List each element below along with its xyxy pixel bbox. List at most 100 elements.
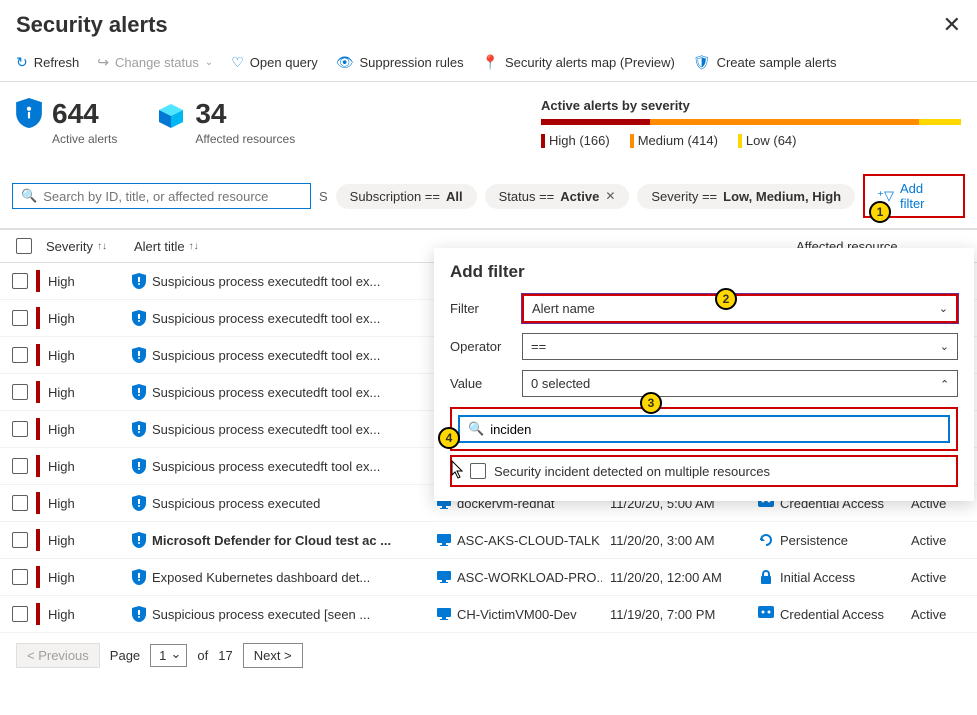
table-row[interactable]: High Exposed Kubernetes dashboard det...… — [0, 559, 977, 596]
remove-status-filter-icon[interactable]: ✕ — [605, 189, 615, 203]
close-icon[interactable]: ✕ — [943, 12, 961, 38]
filter-label: Filter — [450, 301, 512, 316]
shield-icon — [132, 532, 146, 548]
cell-time: 11/19/20, 7:00 PM — [610, 607, 750, 622]
cell-title: Exposed Kubernetes dashboard det... — [132, 569, 429, 585]
page-label: Page — [110, 648, 140, 663]
severity-filter-pill[interactable]: Severity == Low, Medium, High — [637, 184, 855, 209]
open-query-label: Open query — [250, 55, 318, 70]
status-filter-pill[interactable]: Status == Active ✕ — [485, 184, 630, 209]
cell-tactics: Initial Access — [758, 569, 903, 585]
row-checkbox[interactable] — [12, 273, 28, 289]
cell-severity: High — [48, 496, 124, 511]
cell-severity: High — [48, 385, 124, 400]
row-checkbox[interactable] — [12, 495, 28, 511]
map-icon: 📍 — [482, 54, 499, 71]
annotation-badge-2: 2 — [715, 288, 737, 310]
cell-severity: High — [48, 459, 124, 474]
cell-severity: High — [48, 348, 124, 363]
shield-icon — [132, 384, 146, 400]
refresh-button[interactable]: ↻ Refresh — [16, 54, 79, 71]
change-status-button: ↪ Change status ⌄ — [97, 54, 213, 71]
row-checkbox[interactable] — [12, 532, 28, 548]
row-checkbox[interactable] — [12, 458, 28, 474]
cell-title: Suspicious process executed [seen ... — [132, 606, 429, 622]
cell-resource: ASC-AKS-CLOUD-TALK — [437, 533, 602, 548]
create-sample-button[interactable]: 🛡 Create sample alerts — [693, 54, 837, 71]
row-checkbox[interactable] — [12, 310, 28, 326]
cell-tactics: Credential Access — [758, 606, 903, 622]
operator-label: Operator — [450, 339, 512, 354]
affected-label: Affected resources — [195, 132, 295, 146]
active-count: 644 — [52, 98, 117, 130]
alerts-map-button[interactable]: 📍 Security alerts map (Preview) — [482, 54, 675, 71]
row-checkbox[interactable] — [12, 384, 28, 400]
panel-title: Add filter — [450, 262, 958, 282]
cell-title: Suspicious process executed — [132, 495, 429, 511]
value-option[interactable]: Security incident detected on multiple r… — [450, 455, 958, 487]
previous-button[interactable]: < Previous — [16, 643, 100, 668]
severity-title: Active alerts by severity — [541, 98, 961, 113]
severity-indicator — [36, 529, 40, 551]
severity-legend: High (166) Medium (414) Low (64) — [541, 133, 961, 148]
search-icon: 🔍 — [468, 421, 484, 437]
refresh-icon: ↻ — [16, 54, 28, 71]
option-checkbox[interactable] — [470, 463, 486, 479]
select-all-checkbox[interactable] — [16, 238, 32, 254]
shield-icon — [132, 310, 146, 326]
page-of: of — [197, 648, 208, 663]
row-checkbox[interactable] — [12, 569, 28, 585]
filter-select[interactable]: Alert name ⌄ — [522, 294, 958, 323]
shield-icon — [132, 458, 146, 474]
suppression-label: Suppression rules — [360, 55, 464, 70]
sort-icon: ↑↓ — [97, 241, 107, 252]
cell-title: Microsoft Defender for Cloud test ac ... — [132, 532, 429, 548]
search-box[interactable]: 🔍 — [12, 183, 311, 209]
value-search-input[interactable] — [490, 422, 940, 437]
sample-icon: 🛡 — [693, 54, 711, 71]
value-label: Value — [450, 376, 512, 391]
severity-high: High (166) — [541, 133, 610, 148]
severity-bar — [541, 119, 961, 125]
add-filter-label: Add filter — [900, 181, 951, 211]
row-checkbox[interactable] — [12, 347, 28, 363]
row-checkbox[interactable] — [12, 421, 28, 437]
next-button[interactable]: Next > — [243, 643, 303, 668]
chevron-down-icon: ⌄ — [205, 57, 213, 68]
page-total: 17 — [218, 648, 232, 663]
refresh-label: Refresh — [34, 55, 80, 70]
shield-icon — [132, 606, 146, 622]
cell-resource: CH-VictimVM00-Dev — [437, 607, 602, 622]
row-checkbox[interactable] — [12, 606, 28, 622]
operator-select[interactable]: == ⌄ — [522, 333, 958, 360]
change-status-icon: ↪ — [97, 54, 109, 71]
subscription-filter-pill[interactable]: Subscription == All — [336, 184, 477, 209]
cell-status: Active — [911, 533, 961, 548]
affected-count: 34 — [195, 98, 295, 130]
table-row[interactable]: High Microsoft Defender for Cloud test a… — [0, 522, 977, 559]
cell-title: Suspicious process executedft tool ex... — [132, 458, 429, 474]
search-input[interactable] — [43, 189, 302, 204]
truncated-pill: S — [319, 189, 328, 204]
page-select[interactable]: 1 — [150, 644, 187, 667]
annotation-badge-3: 3 — [640, 392, 662, 414]
cell-severity: High — [48, 274, 124, 289]
shield-icon — [132, 347, 146, 363]
sample-label: Create sample alerts — [717, 55, 837, 70]
affected-resources-card: 34 Affected resources — [157, 98, 295, 146]
monitor-icon — [437, 571, 451, 583]
severity-block: Active alerts by severity High (166) Med… — [541, 98, 961, 148]
severity-indicator — [36, 492, 40, 514]
suppression-rules-button[interactable]: 👁 Suppression rules — [336, 54, 464, 71]
cell-severity: High — [48, 422, 124, 437]
cell-title: Suspicious process executedft tool ex... — [132, 310, 429, 326]
cell-severity: High — [48, 311, 124, 326]
page-title: Security alerts — [16, 12, 168, 38]
table-row[interactable]: High Suspicious process executed [seen .… — [0, 596, 977, 633]
value-search-box[interactable]: 🔍 — [458, 415, 950, 443]
shield-icon — [132, 569, 146, 585]
column-severity[interactable]: Severity↑↓ — [46, 239, 126, 254]
open-query-button[interactable]: ♡ Open query — [231, 54, 318, 71]
value-select[interactable]: 0 selected ⌄ — [522, 370, 958, 397]
cell-time: 11/20/20, 3:00 AM — [610, 533, 750, 548]
